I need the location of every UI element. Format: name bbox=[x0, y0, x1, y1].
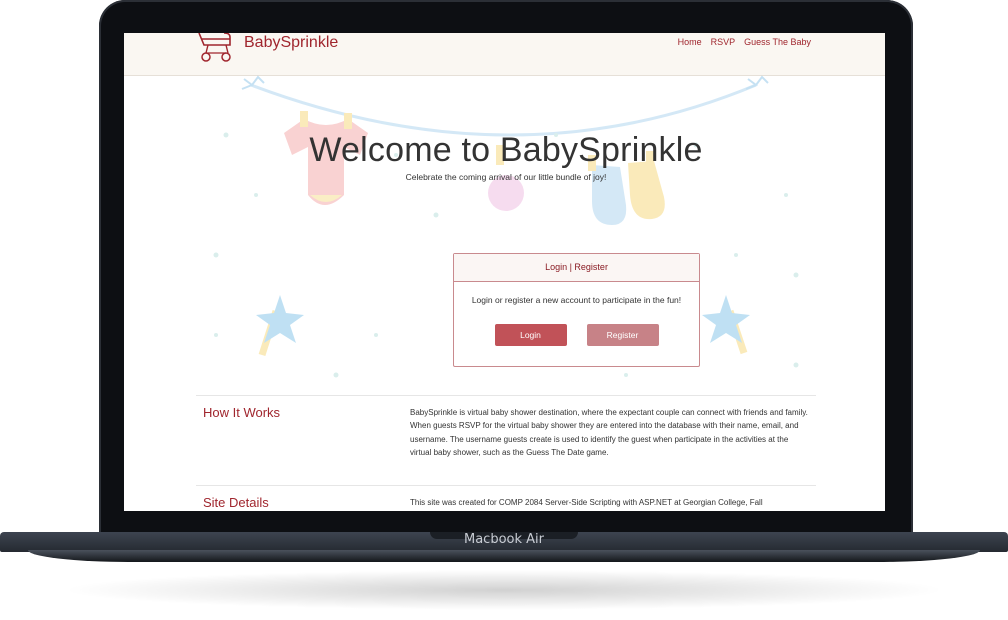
nav-links: Home RSVP Guess The Baby bbox=[678, 37, 811, 47]
browser-screen: BabySprinkle Home RSVP Guess The Baby We… bbox=[124, 33, 885, 511]
nav-link-rsvp[interactable]: RSVP bbox=[711, 37, 736, 47]
register-button[interactable]: Register bbox=[586, 324, 659, 346]
section-title-site-details: Site Details bbox=[203, 495, 269, 510]
section-text-site-details: This site was created for COMP 2084 Serv… bbox=[410, 498, 763, 507]
nav-link-home[interactable]: Home bbox=[678, 37, 702, 47]
hero-subtitle: Celebrate the coming arrival of our litt… bbox=[405, 172, 607, 182]
brand-name: BabySprinkle bbox=[244, 34, 339, 51]
login-register-card: Login | Register Login or register a new… bbox=[453, 253, 700, 367]
navbar: BabySprinkle Home RSVP Guess The Baby bbox=[124, 33, 885, 76]
section-text-how-it-works: BabySprinkle is virtual baby shower dest… bbox=[410, 408, 808, 457]
card-header: Login | Register bbox=[454, 254, 699, 282]
stroller-icon bbox=[198, 33, 231, 62]
magic-wand-icon bbox=[256, 295, 304, 357]
section-title-how-it-works: How It Works bbox=[203, 405, 281, 420]
login-button[interactable]: Login bbox=[494, 324, 567, 346]
card-text: Login or register a new account to parti… bbox=[471, 295, 682, 305]
brand-link[interactable]: BabySprinkle bbox=[196, 33, 338, 63]
hero-section: Welcome to BabySprinkle Celebrate the co… bbox=[196, 75, 816, 395]
hero-title: Welcome to BabySprinkle bbox=[309, 131, 703, 169]
device-label: Macbook Air bbox=[464, 532, 544, 547]
magic-wand-icon-2 bbox=[702, 295, 750, 355]
section-divider bbox=[196, 395, 816, 396]
section-divider-2 bbox=[196, 485, 816, 486]
nav-link-guess-the-baby[interactable]: Guess The Baby bbox=[744, 37, 811, 47]
